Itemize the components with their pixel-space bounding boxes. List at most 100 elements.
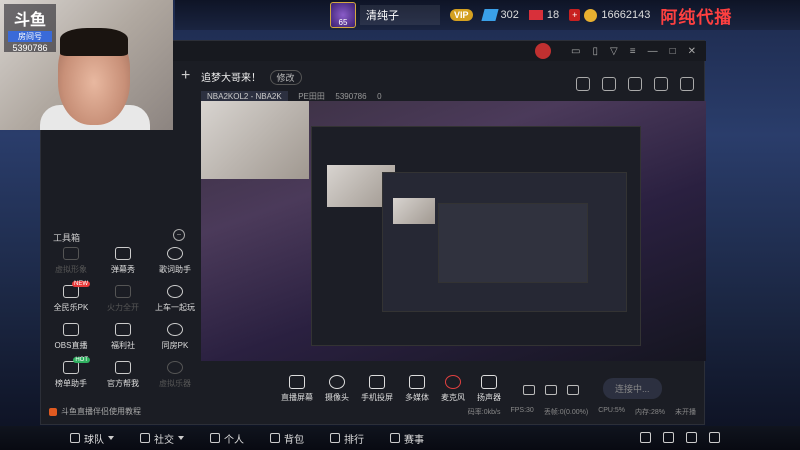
ticket-icon xyxy=(528,10,543,20)
tool-item[interactable]: HOT 榜单助手 xyxy=(45,357,97,389)
tool-label: 虚拟形象 xyxy=(55,265,87,274)
nav-events[interactable]: 赛事 xyxy=(390,431,424,446)
tool-item[interactable]: 弹幕秀 xyxy=(97,245,149,275)
tool-item[interactable]: 福利社 xyxy=(97,321,149,351)
ranking-icon xyxy=(330,433,340,443)
game-nav-right-icons xyxy=(640,432,720,443)
tool-item[interactable]: NEW 全民乐PK xyxy=(45,281,97,313)
tool-label: 上车一起玩 xyxy=(155,303,195,312)
collapse-icon[interactable]: − xyxy=(173,229,185,241)
microphone-button[interactable]: 麦克风 xyxy=(441,375,465,403)
nav-bag[interactable]: 背包 xyxy=(270,431,304,446)
settings-icon[interactable] xyxy=(567,385,579,395)
tool-item[interactable]: 同房PK xyxy=(149,321,201,351)
room-id: 5390786 xyxy=(335,92,367,101)
memory-status: 内存:28% xyxy=(635,409,665,416)
camera-icon xyxy=(329,375,345,389)
nav-social[interactable]: 社交 xyxy=(140,431,184,446)
music-icon[interactable] xyxy=(663,432,674,443)
game-top-bar: 65 清纯子 VIP 302 18 + 16662143 阿纯代播 xyxy=(175,0,800,30)
user-avatar[interactable] xyxy=(535,43,552,59)
tool-badge: NEW xyxy=(72,281,90,287)
chevron-down-icon xyxy=(178,436,184,440)
message-icon[interactable]: ▭ xyxy=(571,46,580,57)
gem-count: 302 xyxy=(500,9,519,21)
camera-button[interactable]: 摄像头 xyxy=(325,375,349,403)
speaker-button[interactable]: 扬声器 xyxy=(477,375,501,403)
add-currency-button[interactable]: + xyxy=(569,9,581,21)
nav-personal-label: 个人 xyxy=(224,434,244,446)
media-icon xyxy=(409,375,425,389)
nav-team[interactable]: 球队 xyxy=(70,431,114,446)
douyu-logo: 斗鱼 房间号 5390786 xyxy=(4,4,56,53)
tool-icon xyxy=(167,361,183,374)
tool-label: OBS直播 xyxy=(54,341,88,350)
nav-social-label: 社交 xyxy=(154,434,174,446)
toolbox-title: 工具箱 xyxy=(53,233,81,243)
nested-webcam-2 xyxy=(393,198,435,224)
gift-icon[interactable] xyxy=(576,77,590,91)
edit-title-button[interactable]: 修改 xyxy=(269,70,302,85)
nav-personal[interactable]: 个人 xyxy=(210,431,244,446)
tool-item[interactable]: 虚拟乐器 xyxy=(149,359,201,389)
header-actions xyxy=(576,77,694,91)
tool-item[interactable]: 上车一起玩 xyxy=(149,283,201,313)
tool-item[interactable]: 虚拟形象 xyxy=(45,245,97,275)
tool-icon xyxy=(167,323,183,336)
add-scene-button[interactable]: + xyxy=(181,67,190,85)
gamepad-icon[interactable] xyxy=(640,432,651,443)
tool-icon: NEW xyxy=(63,281,90,298)
speaker-icon xyxy=(481,375,497,389)
coin-icon xyxy=(584,8,598,22)
tool-icon xyxy=(115,323,131,336)
tool-label: 官方帮我 xyxy=(107,379,139,388)
heat-count: 0 xyxy=(377,92,382,101)
tool-icon xyxy=(115,247,131,260)
skin-icon[interactable]: ▯ xyxy=(593,46,599,57)
tool-icon xyxy=(167,285,183,298)
tool-badge: HOT xyxy=(73,357,90,363)
dropped-frames-status: 丢帧:0(0.00%) xyxy=(543,409,589,416)
camera-label: 摄像头 xyxy=(325,393,349,402)
rank-badge: 65 xyxy=(330,2,356,28)
tool-label: 虚拟乐器 xyxy=(159,379,191,388)
tool-label: 歌词助手 xyxy=(159,265,191,274)
record-icon[interactable] xyxy=(523,385,535,395)
nav-team-label: 球队 xyxy=(84,434,104,446)
close-icon[interactable]: ✕ xyxy=(688,46,696,57)
eye-icon[interactable] xyxy=(545,385,557,395)
maximize-icon[interactable]: □ xyxy=(670,46,676,57)
nav-ranking[interactable]: 排行 xyxy=(330,431,364,446)
layout-icon[interactable] xyxy=(628,77,642,91)
nested-capture-3 xyxy=(438,203,588,283)
gear-icon[interactable] xyxy=(686,432,697,443)
exit-icon[interactable] xyxy=(709,432,720,443)
share-icon[interactable] xyxy=(680,77,694,91)
tool-item[interactable]: OBS直播 xyxy=(45,321,97,351)
bell-icon[interactable] xyxy=(654,77,668,91)
tool-item[interactable]: 火力全开 xyxy=(97,283,149,313)
lock-icon[interactable] xyxy=(602,77,616,91)
tool-label: 同房PK xyxy=(161,341,189,350)
toolbox-grid: 虚拟形象 弹幕秀 歌词助手 NEW 全民乐PK 火力全开 上车一起玩 OBS直播 福利社 同房PK… xyxy=(45,245,201,389)
tool-label: 全民乐PK xyxy=(53,303,89,312)
speaker-label: 扬声器 xyxy=(477,393,501,402)
tool-item[interactable]: 官方帮我 xyxy=(97,359,149,389)
menu-icon[interactable]: ≡ xyxy=(630,46,636,57)
vip-badge[interactable]: VIP xyxy=(450,9,473,21)
start-live-button[interactable]: 连接中... xyxy=(603,378,662,399)
microphone-icon xyxy=(445,375,461,389)
media-label: 多媒体 xyxy=(405,393,429,402)
phone-cast-button[interactable]: 手机投屏 xyxy=(361,375,393,403)
chevron-down-icon xyxy=(108,436,114,440)
media-button[interactable]: 多媒体 xyxy=(405,375,429,403)
bitrate-status: 码率:0kb/s xyxy=(467,409,501,416)
tool-icon xyxy=(115,285,131,298)
shirt-icon[interactable]: ▽ xyxy=(610,46,618,57)
streamer-watermark: 阿纯代播 xyxy=(660,7,733,27)
tutorial-link[interactable]: 斗鱼直播伴侣使用教程 xyxy=(49,406,141,417)
screen-capture-button[interactable]: 直播屏幕 xyxy=(281,375,313,403)
tool-item[interactable]: 歌词助手 xyxy=(149,245,201,275)
minimize-icon[interactable]: — xyxy=(648,46,658,57)
douyu-logo-title: 斗鱼 xyxy=(13,12,46,29)
